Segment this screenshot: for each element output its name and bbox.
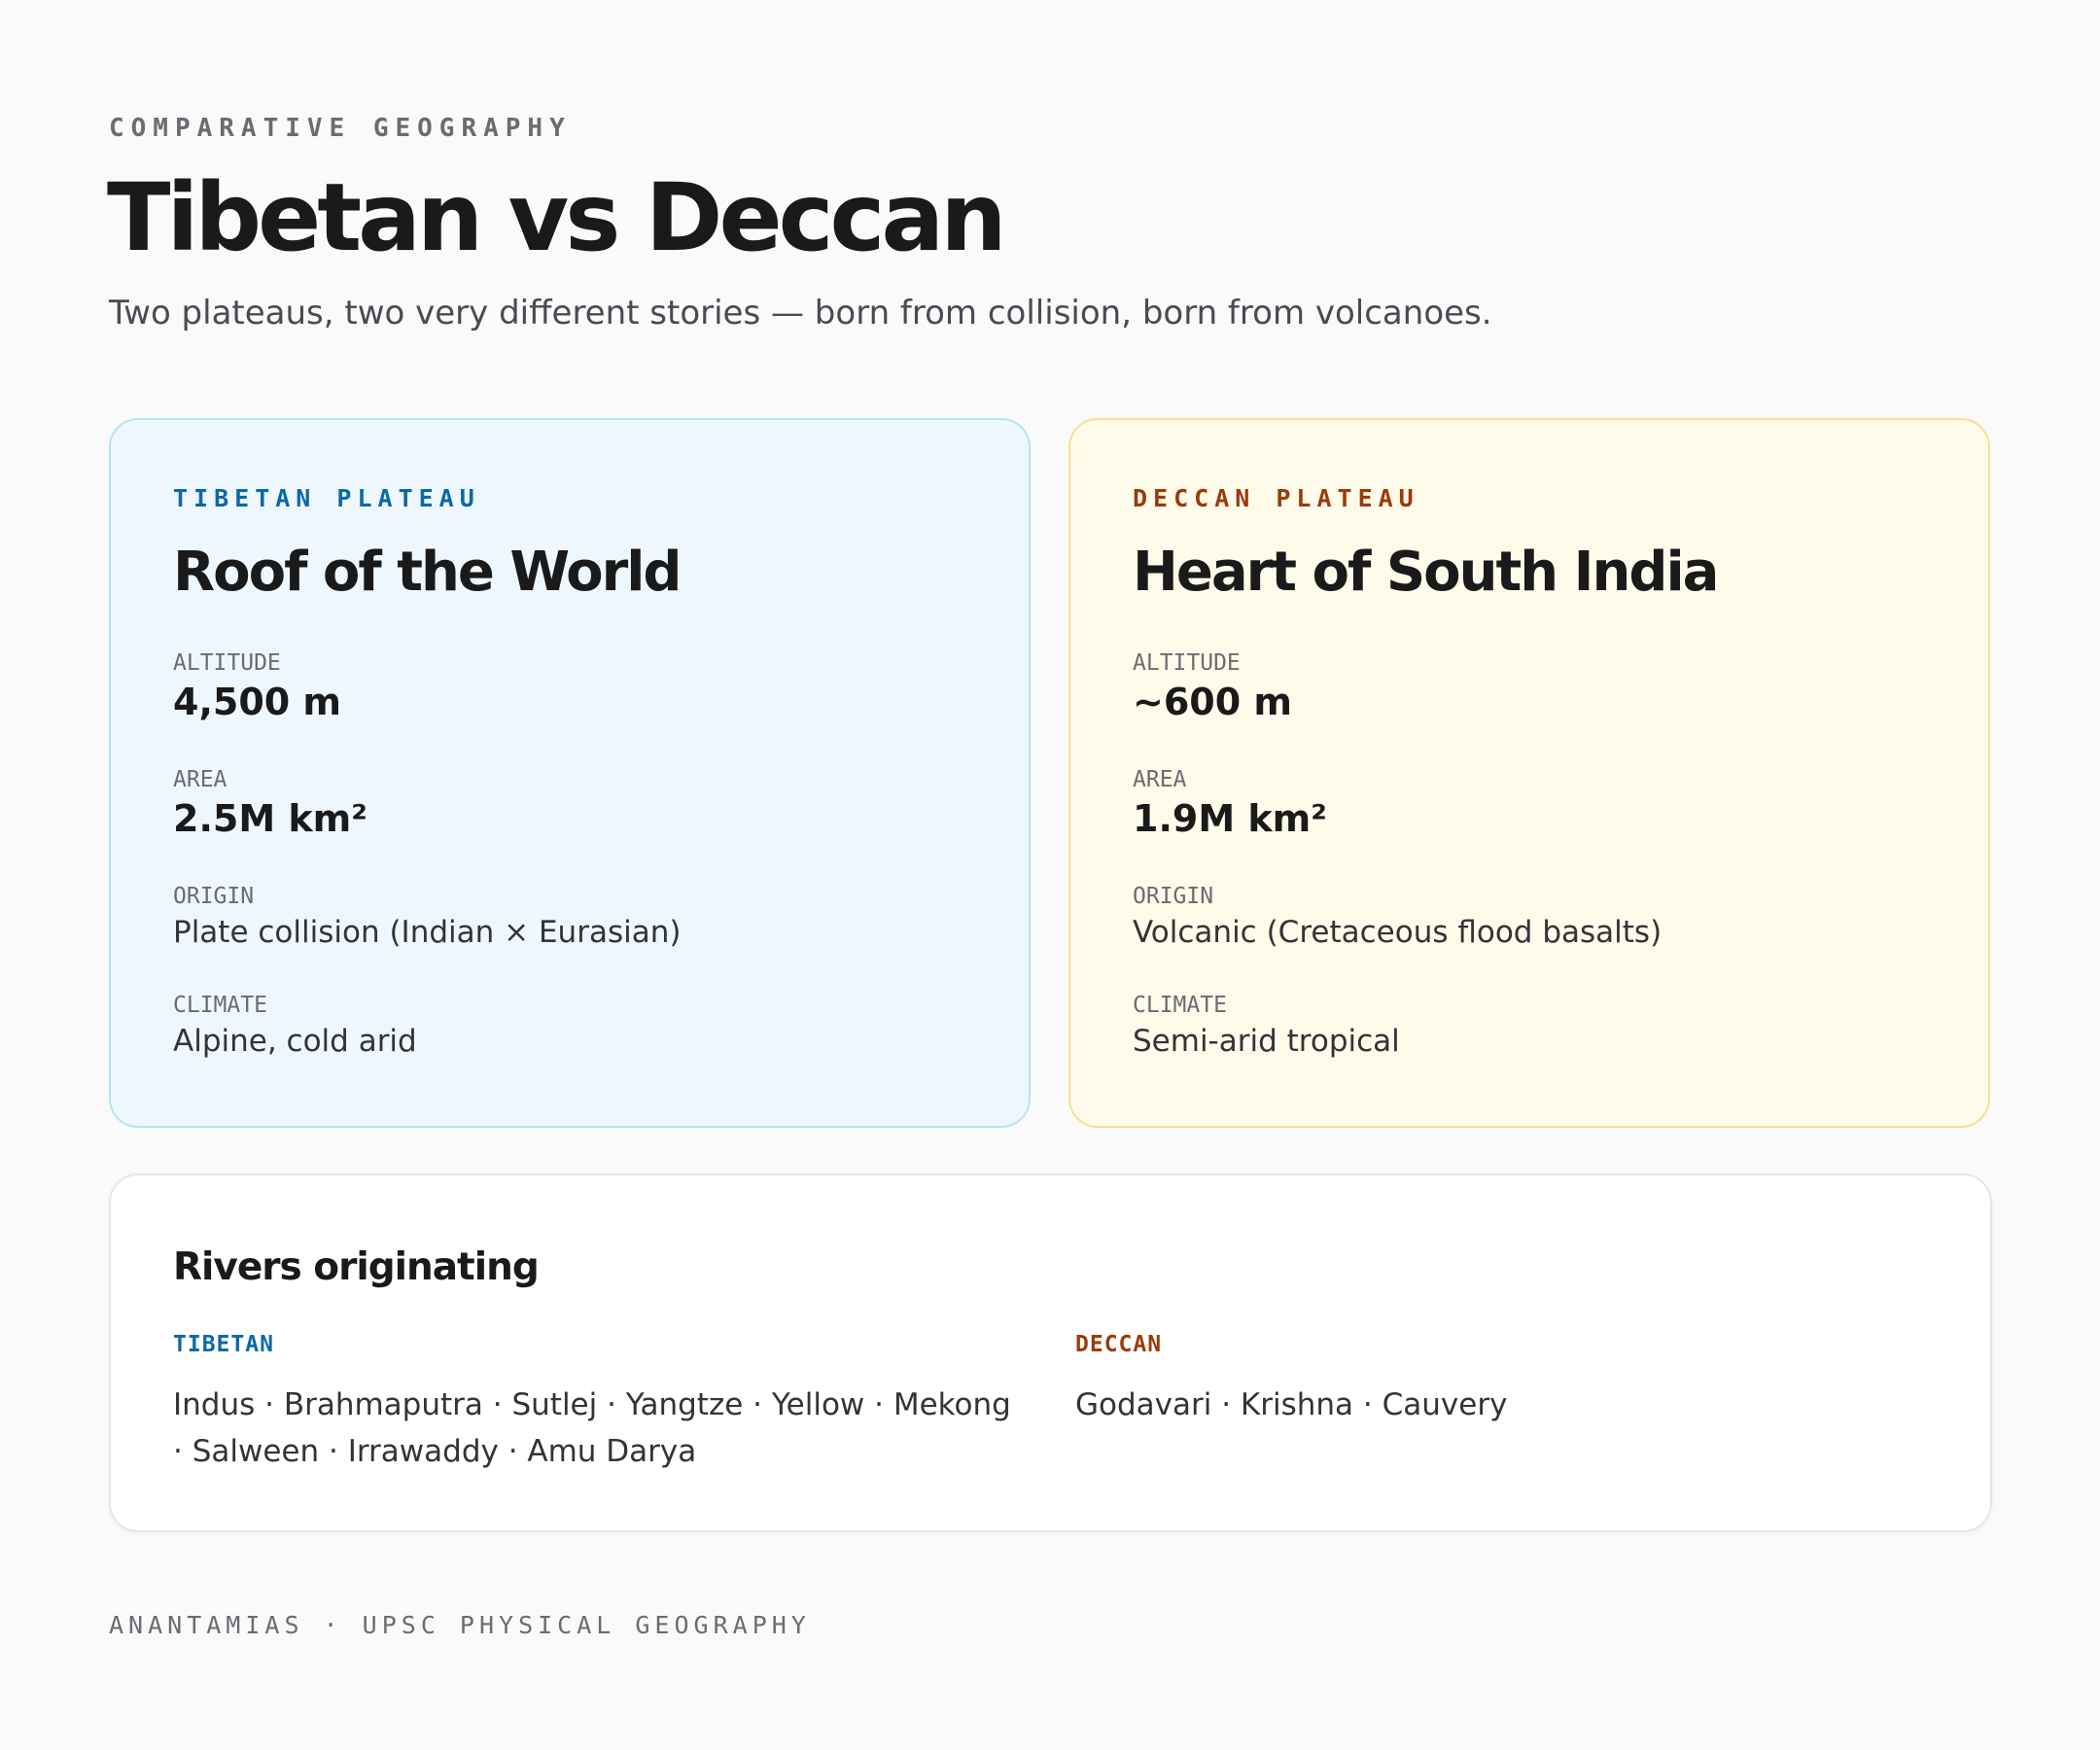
deccan-area-label: AREA bbox=[1133, 767, 1187, 792]
deccan-area-value: 1.9M km² bbox=[1133, 797, 1327, 840]
rivers-deccan-label: DECCAN bbox=[1075, 1332, 1163, 1357]
deccan-card-eyebrow: DECCAN PLATEAU bbox=[1133, 484, 1419, 512]
deccan-altitude-value: ~600 m bbox=[1133, 681, 1292, 723]
deccan-origin-value: Volcanic (Cretaceous flood basalts) bbox=[1133, 915, 1662, 950]
tibet-area-label: AREA bbox=[173, 767, 228, 792]
rivers-tibet-label: TIBETAN bbox=[173, 1332, 274, 1357]
tibet-card: TIBETAN PLATEAU Roof of the World ALTITU… bbox=[109, 418, 1031, 1128]
rivers-heading: Rivers originating bbox=[173, 1245, 540, 1289]
page-title: Tibetan vs Deccan bbox=[107, 163, 1007, 272]
tibet-origin-field: ORIGIN Plate collision (Indian × Eurasia… bbox=[173, 883, 681, 953]
page-subtitle: Two plateaus, two very different stories… bbox=[109, 294, 1492, 332]
deccan-climate-value: Semi-arid tropical bbox=[1133, 1024, 1400, 1059]
deccan-origin-field: ORIGIN Volcanic (Cretaceous flood basalt… bbox=[1133, 883, 1662, 953]
tibet-card-eyebrow: TIBETAN PLATEAU bbox=[173, 484, 480, 512]
rivers-card: Rivers originating TIBETAN Indus · Brahm… bbox=[109, 1173, 1992, 1532]
tibet-origin-label: ORIGIN bbox=[173, 884, 255, 909]
deccan-altitude-label: ALTITUDE bbox=[1133, 650, 1241, 676]
rivers-tibet-list: Indus · Brahmaputra · Sutlej · Yangtze ·… bbox=[173, 1387, 1011, 1469]
tibet-climate-label: CLIMATE bbox=[173, 993, 267, 1018]
rivers-deccan-list: Godavari · Krishna · Cauvery bbox=[1075, 1387, 1508, 1422]
tibet-card-heading: Roof of the World bbox=[173, 541, 682, 604]
deccan-origin-label: ORIGIN bbox=[1133, 884, 1214, 909]
tibet-origin-value: Plate collision (Indian × Eurasian) bbox=[173, 915, 682, 950]
deccan-climate-label: CLIMATE bbox=[1133, 993, 1227, 1018]
deccan-area-field: AREA 1.9M km² bbox=[1133, 766, 1327, 842]
rivers-deccan-column: DECCAN Godavari · Krishna · Cauvery bbox=[1075, 1331, 1931, 1428]
page-eyebrow: COMPARATIVE GEOGRAPHY bbox=[109, 114, 572, 143]
deccan-card-heading: Heart of South India bbox=[1133, 541, 1719, 604]
page-footer: ANANTAMIAS · UPSC PHYSICAL GEOGRAPHY bbox=[109, 1611, 811, 1639]
deccan-card: DECCAN PLATEAU Heart of South India ALTI… bbox=[1068, 418, 1990, 1128]
deccan-altitude-field: ALTITUDE ~600 m bbox=[1133, 649, 1292, 725]
tibet-climate-value: Alpine, cold arid bbox=[173, 1024, 417, 1059]
page: COMPARATIVE GEOGRAPHY Tibetan vs Deccan … bbox=[107, 0, 1992, 1750]
tibet-climate-field: CLIMATE Alpine, cold arid bbox=[173, 992, 417, 1062]
tibet-altitude-value: 4,500 m bbox=[173, 681, 342, 723]
rivers-tibet-column: TIBETAN Indus · Brahmaputra · Sutlej · Y… bbox=[173, 1331, 1029, 1475]
deccan-climate-field: CLIMATE Semi-arid tropical bbox=[1133, 992, 1400, 1062]
tibet-altitude-label: ALTITUDE bbox=[173, 650, 281, 676]
tibet-area-value: 2.5M km² bbox=[173, 797, 368, 840]
tibet-area-field: AREA 2.5M km² bbox=[173, 766, 368, 842]
tibet-altitude-field: ALTITUDE 4,500 m bbox=[173, 649, 341, 725]
